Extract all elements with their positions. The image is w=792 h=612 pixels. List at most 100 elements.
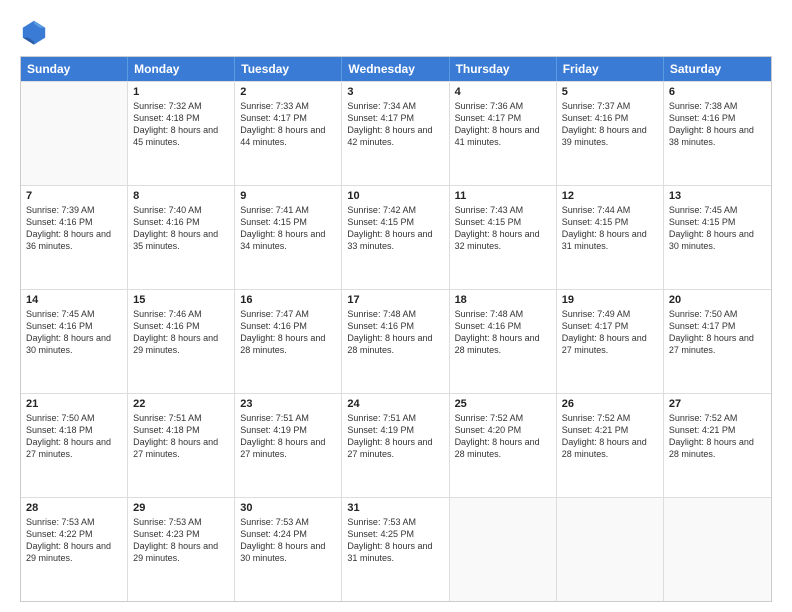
table-row: 15 Sunrise: 7:46 AMSunset: 4:16 PMDayligh…: [128, 290, 235, 393]
table-row: 8 Sunrise: 7:40 AMSunset: 4:16 PMDaylight…: [128, 186, 235, 289]
table-row: 13 Sunrise: 7:45 AMSunset: 4:15 PMDayligh…: [664, 186, 771, 289]
day-number: 27: [669, 398, 766, 410]
cell-info: Sunrise: 7:46 AMSunset: 4:16 PMDaylight:…: [133, 308, 229, 357]
table-row: 30 Sunrise: 7:53 AMSunset: 4:24 PMDayligh…: [235, 498, 342, 601]
table-row: 1Sunrise: 7:32 AMSunset: 4:18 PMDaylight…: [128, 82, 235, 185]
table-row: 3 Sunrise: 7:34 AMSunset: 4:17 PMDaylight…: [342, 82, 449, 185]
cell-info: Sunrise: 7:51 AMSunset: 4:19 PMDaylight:…: [240, 412, 336, 461]
day-number: 18: [455, 294, 551, 306]
day-number: 4: [455, 86, 551, 98]
calendar-week-5: 28 Sunrise: 7:53 AMSunset: 4:22 PMDayligh…: [21, 497, 771, 601]
cell-info: Sunrise: 7:44 AMSunset: 4:15 PMDaylight:…: [562, 204, 658, 253]
page: SundayMondayTuesdayWednesdayThursdayFrid…: [0, 0, 792, 612]
table-row: 25 Sunrise: 7:52 AMSunset: 4:20 PMDayligh…: [450, 394, 557, 497]
table-row: 17Sunrise: 7:48 AMSunset: 4:16 PMDayligh…: [342, 290, 449, 393]
day-number: 9: [240, 190, 336, 202]
cal-header-wednesday: Wednesday: [342, 57, 449, 81]
calendar-header-row: SundayMondayTuesdayWednesdayThursdayFrid…: [21, 57, 771, 81]
logo-icon: [20, 18, 48, 46]
cal-header-saturday: Saturday: [664, 57, 771, 81]
table-row: [664, 498, 771, 601]
cell-info: Sunrise: 7:53 AMSunset: 4:22 PMDaylight:…: [26, 516, 122, 565]
day-number: 14: [26, 294, 122, 306]
cal-header-sunday: Sunday: [21, 57, 128, 81]
logo: [20, 18, 52, 46]
day-number: 25: [455, 398, 551, 410]
cell-info: Sunrise: 7:41 AMSunset: 4:15 PMDaylight:…: [240, 204, 336, 253]
table-row: 22 Sunrise: 7:51 AMSunset: 4:18 PMDayligh…: [128, 394, 235, 497]
cell-info: Sunrise: 7:42 AMSunset: 4:15 PMDaylight:…: [347, 204, 443, 253]
header: [20, 18, 772, 46]
day-number: 6: [669, 86, 766, 98]
day-number: 29: [133, 502, 229, 514]
day-number: 5: [562, 86, 658, 98]
day-number: 11: [455, 190, 551, 202]
cell-info: Sunrise: 7:43 AMSunset: 4:15 PMDaylight:…: [455, 204, 551, 253]
calendar-body: 1Sunrise: 7:32 AMSunset: 4:18 PMDaylight…: [21, 81, 771, 601]
cell-info: Sunrise: 7:39 AMSunset: 4:16 PMDaylight:…: [26, 204, 122, 253]
cell-info: Sunrise: 7:37 AMSunset: 4:16 PMDaylight:…: [562, 100, 658, 149]
table-row: [21, 82, 128, 185]
table-row: [450, 498, 557, 601]
cell-info: Sunrise: 7:34 AMSunset: 4:17 PMDaylight:…: [347, 100, 443, 149]
cal-header-thursday: Thursday: [450, 57, 557, 81]
cell-info: Sunrise: 7:38 AMSunset: 4:16 PMDaylight:…: [669, 100, 766, 149]
table-row: 2Sunrise: 7:33 AMSunset: 4:17 PMDaylight…: [235, 82, 342, 185]
table-row: [557, 498, 664, 601]
cell-info: Sunrise: 7:51 AMSunset: 4:19 PMDaylight:…: [347, 412, 443, 461]
cell-info: Sunrise: 7:47 AMSunset: 4:16 PMDaylight:…: [240, 308, 336, 357]
day-number: 12: [562, 190, 658, 202]
calendar-week-4: 21 Sunrise: 7:50 AMSunset: 4:18 PMDayligh…: [21, 393, 771, 497]
calendar-week-1: 1Sunrise: 7:32 AMSunset: 4:18 PMDaylight…: [21, 81, 771, 185]
table-row: 26 Sunrise: 7:52 AMSunset: 4:21 PMDayligh…: [557, 394, 664, 497]
day-number: 28: [26, 502, 122, 514]
day-number: 13: [669, 190, 766, 202]
day-number: 7: [26, 190, 122, 202]
cell-info: Sunrise: 7:49 AMSunset: 4:17 PMDaylight:…: [562, 308, 658, 357]
day-number: 24: [347, 398, 443, 410]
cell-info: Sunrise: 7:32 AMSunset: 4:18 PMDaylight:…: [133, 100, 229, 149]
table-row: 12 Sunrise: 7:44 AMSunset: 4:15 PMDayligh…: [557, 186, 664, 289]
cell-info: Sunrise: 7:53 AMSunset: 4:23 PMDaylight:…: [133, 516, 229, 565]
day-number: 30: [240, 502, 336, 514]
cell-info: Sunrise: 7:52 AMSunset: 4:21 PMDaylight:…: [562, 412, 658, 461]
day-number: 23: [240, 398, 336, 410]
day-number: 21: [26, 398, 122, 410]
cell-info: Sunrise: 7:53 AMSunset: 4:24 PMDaylight:…: [240, 516, 336, 565]
day-number: 8: [133, 190, 229, 202]
table-row: 7 Sunrise: 7:39 AMSunset: 4:16 PMDaylight…: [21, 186, 128, 289]
day-number: 22: [133, 398, 229, 410]
table-row: 31 Sunrise: 7:53 AMSunset: 4:25 PMDayligh…: [342, 498, 449, 601]
day-number: 15: [133, 294, 229, 306]
cell-info: Sunrise: 7:45 AMSunset: 4:15 PMDaylight:…: [669, 204, 766, 253]
day-number: 31: [347, 502, 443, 514]
day-number: 26: [562, 398, 658, 410]
table-row: 9 Sunrise: 7:41 AMSunset: 4:15 PMDaylight…: [235, 186, 342, 289]
day-number: 16: [240, 294, 336, 306]
table-row: 11 Sunrise: 7:43 AMSunset: 4:15 PMDayligh…: [450, 186, 557, 289]
cell-info: Sunrise: 7:53 AMSunset: 4:25 PMDaylight:…: [347, 516, 443, 565]
table-row: 21 Sunrise: 7:50 AMSunset: 4:18 PMDayligh…: [21, 394, 128, 497]
cal-header-friday: Friday: [557, 57, 664, 81]
table-row: 6 Sunrise: 7:38 AMSunset: 4:16 PMDaylight…: [664, 82, 771, 185]
table-row: 24 Sunrise: 7:51 AMSunset: 4:19 PMDayligh…: [342, 394, 449, 497]
cell-info: Sunrise: 7:50 AMSunset: 4:17 PMDaylight:…: [669, 308, 766, 357]
day-number: 2: [240, 86, 336, 98]
cell-info: Sunrise: 7:51 AMSunset: 4:18 PMDaylight:…: [133, 412, 229, 461]
cal-header-monday: Monday: [128, 57, 235, 81]
calendar-week-2: 7 Sunrise: 7:39 AMSunset: 4:16 PMDaylight…: [21, 185, 771, 289]
day-number: 10: [347, 190, 443, 202]
cell-info: Sunrise: 7:50 AMSunset: 4:18 PMDaylight:…: [26, 412, 122, 461]
cell-info: Sunrise: 7:52 AMSunset: 4:20 PMDaylight:…: [455, 412, 551, 461]
cell-info: Sunrise: 7:40 AMSunset: 4:16 PMDaylight:…: [133, 204, 229, 253]
table-row: 4Sunrise: 7:36 AMSunset: 4:17 PMDaylight…: [450, 82, 557, 185]
table-row: 5 Sunrise: 7:37 AMSunset: 4:16 PMDaylight…: [557, 82, 664, 185]
table-row: 29 Sunrise: 7:53 AMSunset: 4:23 PMDayligh…: [128, 498, 235, 601]
cell-info: Sunrise: 7:48 AMSunset: 4:16 PMDaylight:…: [455, 308, 551, 357]
table-row: 27 Sunrise: 7:52 AMSunset: 4:21 PMDayligh…: [664, 394, 771, 497]
table-row: 14 Sunrise: 7:45 AMSunset: 4:16 PMDayligh…: [21, 290, 128, 393]
table-row: 19Sunrise: 7:49 AMSunset: 4:17 PMDayligh…: [557, 290, 664, 393]
cell-info: Sunrise: 7:45 AMSunset: 4:16 PMDaylight:…: [26, 308, 122, 357]
cell-info: Sunrise: 7:52 AMSunset: 4:21 PMDaylight:…: [669, 412, 766, 461]
day-number: 3: [347, 86, 443, 98]
